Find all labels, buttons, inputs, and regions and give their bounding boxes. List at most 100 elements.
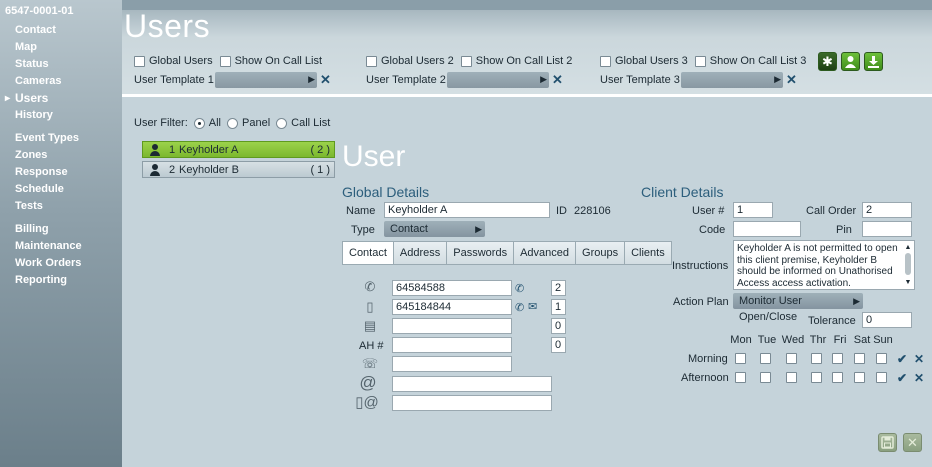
mobile-field[interactable]: 645184844 (392, 299, 512, 315)
user-template-3-select[interactable] (681, 72, 783, 88)
sidebar-item-work-orders[interactable]: Work Orders (0, 255, 122, 272)
show-on-call-list-3-checkbox[interactable] (694, 55, 706, 67)
email-field[interactable] (392, 376, 552, 392)
person-icon (149, 163, 161, 176)
sidebar: 6547-0001-01 Contact Map Status Cameras … (0, 0, 122, 467)
user-template-1-select[interactable] (215, 72, 317, 88)
show-on-call-list-checkbox[interactable] (219, 55, 231, 67)
instructions-textarea[interactable]: Keyholder A is not permitted to open thi… (733, 240, 915, 290)
dial-mobile-icon[interactable]: ✆ (515, 301, 524, 314)
phone-field[interactable]: 64584588 (392, 280, 512, 296)
template-group-2: Global Users 2 Show On Call List 2 User … (366, 54, 579, 88)
tab-passwords[interactable]: Passwords (446, 241, 515, 265)
morning-sat-checkbox[interactable] (854, 353, 865, 364)
user-template-2-select[interactable] (447, 72, 549, 88)
sidebar-item-status[interactable]: Status (0, 56, 122, 73)
mobile-order-field[interactable]: 1 (551, 299, 566, 315)
morning-check-icon[interactable]: ✔ (897, 352, 907, 366)
template-group-3: Global Users 3 Show On Call List 3 User … (600, 54, 813, 88)
show-on-call-list-2-checkbox[interactable] (460, 55, 472, 67)
type-select[interactable]: Contact (384, 221, 485, 237)
dial-phone-icon[interactable]: ✆ (515, 282, 524, 295)
afternoon-tue-checkbox[interactable] (760, 372, 771, 383)
phone-order-field[interactable]: 2 (551, 280, 566, 296)
global-users-3-checkbox[interactable] (600, 55, 611, 67)
morning-thr-checkbox[interactable] (811, 353, 822, 364)
sidebar-item-users[interactable]: Users (0, 90, 122, 107)
list-item[interactable]: 1 Keyholder A ( 2 ) (142, 141, 335, 158)
sidebar-item-schedule[interactable]: Schedule (0, 181, 122, 198)
sidebar-item-contact[interactable]: Contact (0, 22, 122, 39)
sms-icon[interactable]: ✉ (528, 300, 537, 313)
action-plan-select[interactable]: Monitor User Open/Close (733, 293, 863, 323)
save-button[interactable] (878, 433, 897, 452)
save-icon (881, 436, 894, 449)
user-template-label: User Template 1 (134, 74, 214, 86)
user-filter: User Filter: All Panel Call List (134, 117, 330, 129)
morning-sun-checkbox[interactable] (876, 353, 887, 364)
morning-tue-checkbox[interactable] (760, 353, 771, 364)
sms-email-field[interactable] (392, 395, 552, 411)
tab-advanced[interactable]: Advanced (513, 241, 577, 265)
instructions-scrollbar[interactable]: ▲ ▼ (903, 242, 913, 288)
global-users-checkbox[interactable] (134, 55, 145, 67)
filter-call-list-radio[interactable] (276, 117, 288, 129)
morning-clear-icon[interactable]: ✕ (914, 352, 924, 366)
code-field[interactable] (733, 221, 801, 237)
clear-template-1-icon[interactable]: ✕ (320, 73, 331, 87)
clear-template-3-icon[interactable]: ✕ (786, 73, 797, 87)
sidebar-item-maintenance[interactable]: Maintenance (0, 238, 122, 255)
afternoon-check-icon[interactable]: ✔ (897, 371, 907, 385)
afternoon-sun-checkbox[interactable] (876, 372, 887, 383)
afternoon-thr-checkbox[interactable] (811, 372, 822, 383)
user-num-field[interactable]: 1 (733, 202, 773, 218)
sidebar-item-cameras[interactable]: Cameras (0, 73, 122, 90)
action-plan-label: Action Plan (673, 296, 729, 308)
global-users-2-checkbox[interactable] (366, 55, 377, 67)
tab-contact[interactable]: Contact (342, 241, 394, 265)
scroll-thumb[interactable] (905, 253, 911, 275)
morning-label: Morning (688, 353, 728, 365)
download-icon (868, 56, 879, 68)
list-item[interactable]: 2 Keyholder B ( 1 ) (142, 161, 335, 178)
scroll-up-icon[interactable]: ▲ (903, 242, 913, 254)
sidebar-item-tests[interactable]: Tests (0, 198, 122, 215)
sidebar-item-billing[interactable]: Billing (0, 221, 122, 238)
tab-address[interactable]: Address (392, 241, 448, 265)
clear-template-2-icon[interactable]: ✕ (552, 73, 563, 87)
tab-clients[interactable]: Clients (624, 241, 672, 265)
sidebar-item-history[interactable]: History (0, 107, 122, 124)
close-button[interactable]: ✕ (903, 433, 922, 452)
filter-all-radio[interactable] (193, 117, 205, 129)
sidebar-item-event-types[interactable]: Event Types (0, 130, 122, 147)
download-button[interactable] (864, 52, 883, 71)
page-title: Users (124, 8, 211, 44)
tolerance-field[interactable]: 0 (862, 312, 912, 328)
new-user-button[interactable]: ✱ (818, 52, 837, 71)
afternoon-fri-checkbox[interactable] (832, 372, 843, 383)
morning-wed-checkbox[interactable] (786, 353, 797, 364)
sidebar-item-response[interactable]: Response (0, 164, 122, 181)
afternoon-sat-checkbox[interactable] (854, 372, 865, 383)
sidebar-item-map[interactable]: Map (0, 39, 122, 56)
pin-field[interactable] (862, 221, 912, 237)
name-field[interactable]: Keyholder A (384, 202, 550, 218)
tab-groups[interactable]: Groups (575, 241, 626, 265)
ah-field[interactable] (392, 337, 512, 353)
fax-order-field[interactable]: 0 (551, 318, 566, 334)
keyholder-list: 1 Keyholder A ( 2 ) 2 Keyholder B ( 1 ) (142, 141, 335, 181)
fax-field[interactable] (392, 318, 512, 334)
morning-mon-checkbox[interactable] (735, 353, 746, 364)
afternoon-wed-checkbox[interactable] (786, 372, 797, 383)
call-order-field[interactable]: 2 (862, 202, 912, 218)
afternoon-clear-icon[interactable]: ✕ (914, 371, 924, 385)
sidebar-item-reporting[interactable]: Reporting (0, 272, 122, 289)
afternoon-mon-checkbox[interactable] (735, 372, 746, 383)
filter-panel-radio[interactable] (227, 117, 239, 129)
pager-field[interactable] (392, 356, 512, 372)
scroll-down-icon[interactable]: ▼ (903, 277, 913, 289)
sidebar-item-zones[interactable]: Zones (0, 147, 122, 164)
person-button[interactable] (841, 52, 860, 71)
ah-order-field[interactable]: 0 (551, 337, 566, 353)
morning-fri-checkbox[interactable] (832, 353, 843, 364)
